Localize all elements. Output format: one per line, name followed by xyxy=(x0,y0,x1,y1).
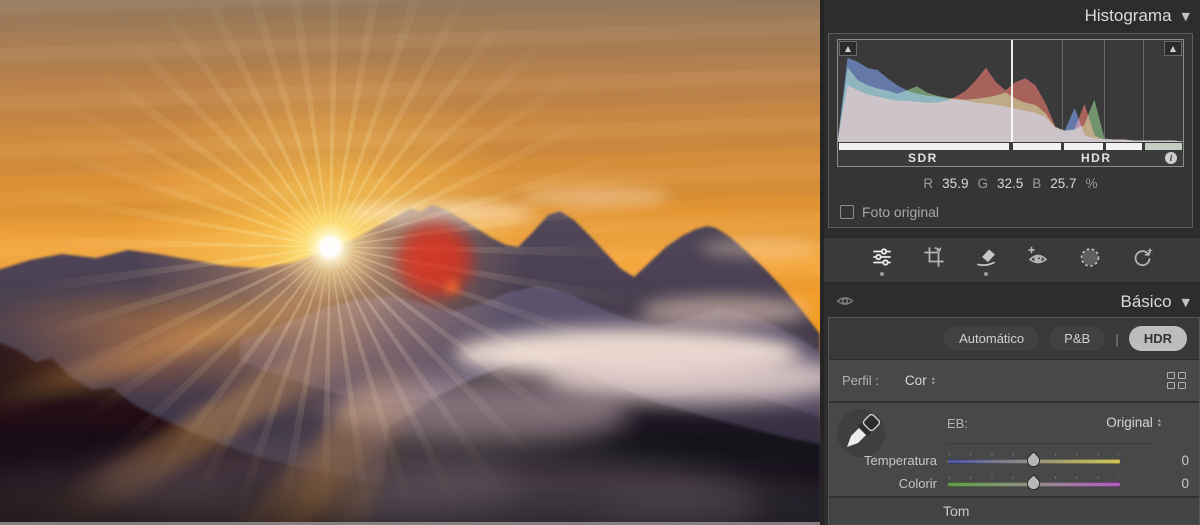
temperature-slider[interactable] xyxy=(947,450,1121,472)
tool-presets-sync[interactable] xyxy=(1128,245,1156,281)
chevron-collapse-icon[interactable]: ▼ xyxy=(1182,296,1190,309)
tool-red-eye[interactable] xyxy=(1024,245,1052,281)
profile-dropdown[interactable]: Cor ▴▾ xyxy=(905,373,935,388)
tool-strip xyxy=(824,237,1200,283)
histogram-groupbox: SDR HDR i ▲ ▲ R 35.9 G 32.5 B 25.7 % xyxy=(828,33,1193,228)
hdr-button[interactable]: HDR xyxy=(1129,326,1187,351)
bw-button[interactable]: P&B xyxy=(1049,326,1105,351)
b-label: B xyxy=(1032,176,1041,191)
edit-active-dot xyxy=(880,272,884,276)
tint-label: Colorir xyxy=(829,476,937,491)
original-photo-toggle[interactable]: Foto original xyxy=(840,204,939,220)
highlight-clipping-button[interactable]: ▲ xyxy=(1164,41,1182,56)
profile-browser-grid-icon[interactable] xyxy=(1167,372,1186,389)
wb-dropdown[interactable]: Original ▴▾ xyxy=(1106,415,1161,430)
chevron-collapse-icon[interactable]: ▼ xyxy=(1182,10,1190,23)
lightroom-develop-view: Histograma ▼ SDR HDR i ▲ ▲ xyxy=(0,0,1200,525)
tool-edit[interactable] xyxy=(868,245,896,281)
original-photo-label: Foto original xyxy=(862,204,939,220)
masking-icon xyxy=(1078,245,1102,269)
basic-panel-box: Automático P&B | HDR Perfil : Cor ▴▾ xyxy=(828,317,1200,525)
healing-active-dot xyxy=(984,272,988,276)
tint-slider-row: Colorir 0 xyxy=(829,473,1199,495)
histogram-plot[interactable]: SDR HDR i ▲ ▲ xyxy=(837,39,1184,167)
histogram-panel-header[interactable]: Histograma ▼ xyxy=(824,0,1200,32)
temperature-slider-row: Temperatura 0 xyxy=(829,450,1199,472)
temperature-label: Temperatura xyxy=(829,453,937,468)
basic-panel-header[interactable]: Básico ▼ xyxy=(824,287,1200,317)
photo-bottom-shade xyxy=(0,0,820,525)
red-eye-icon xyxy=(1026,245,1050,269)
wb-label: EB: xyxy=(947,416,968,431)
crop-icon xyxy=(922,245,946,269)
tint-value[interactable]: 0 xyxy=(1165,476,1189,491)
r-value: 35.9 xyxy=(942,176,968,191)
tone-label: Tom xyxy=(943,503,969,519)
tint-slider[interactable] xyxy=(947,473,1121,495)
tool-crop[interactable] xyxy=(920,245,948,281)
photo-canvas[interactable] xyxy=(0,0,820,525)
histogram-range-bar xyxy=(838,143,1183,150)
edit-sliders-icon xyxy=(870,245,894,269)
histogram-chart xyxy=(838,40,1183,142)
dropdown-arrows-icon: ▴▾ xyxy=(1158,418,1161,428)
tone-section-header[interactable]: Tom xyxy=(829,498,1199,524)
develop-right-panel: Histograma ▼ SDR HDR i ▲ ▲ xyxy=(820,0,1200,525)
hdr-label: HDR xyxy=(1081,151,1112,165)
shadow-clipping-button[interactable]: ▲ xyxy=(839,41,857,56)
eraser-healing-icon xyxy=(974,245,998,269)
temperature-value[interactable]: 0 xyxy=(1165,453,1189,468)
white-balance-block: EB: Original ▴▾ Temperatura 0 Col xyxy=(829,403,1199,498)
g-value: 32.5 xyxy=(997,176,1023,191)
treatment-buttons-row: Automático P&B | HDR xyxy=(829,318,1199,360)
profile-label: Perfil : xyxy=(842,373,879,388)
b-value: 25.7 xyxy=(1050,176,1076,191)
r-label: R xyxy=(923,176,933,191)
sdr-label: SDR xyxy=(908,151,938,165)
profile-row: Perfil : Cor ▴▾ xyxy=(829,360,1199,403)
tool-healing[interactable] xyxy=(972,245,1000,281)
tool-masking[interactable] xyxy=(1076,245,1104,281)
dropdown-arrows-icon: ▴▾ xyxy=(932,376,935,386)
percent-suffix: % xyxy=(1086,176,1098,191)
button-divider: | xyxy=(1115,331,1119,347)
info-icon[interactable]: i xyxy=(1165,152,1177,164)
basic-title: Básico xyxy=(1121,292,1172,312)
histogram-range-labels: SDR HDR i xyxy=(838,150,1183,166)
original-photo-checkbox[interactable] xyxy=(840,205,854,219)
g-label: G xyxy=(977,176,988,191)
rgb-readout: R 35.9 G 32.5 B 25.7 % xyxy=(829,176,1192,191)
histogram-title: Histograma xyxy=(1085,6,1172,26)
auto-button[interactable]: Automático xyxy=(944,326,1039,351)
divider xyxy=(947,443,1153,444)
sync-presets-icon xyxy=(1130,245,1154,269)
